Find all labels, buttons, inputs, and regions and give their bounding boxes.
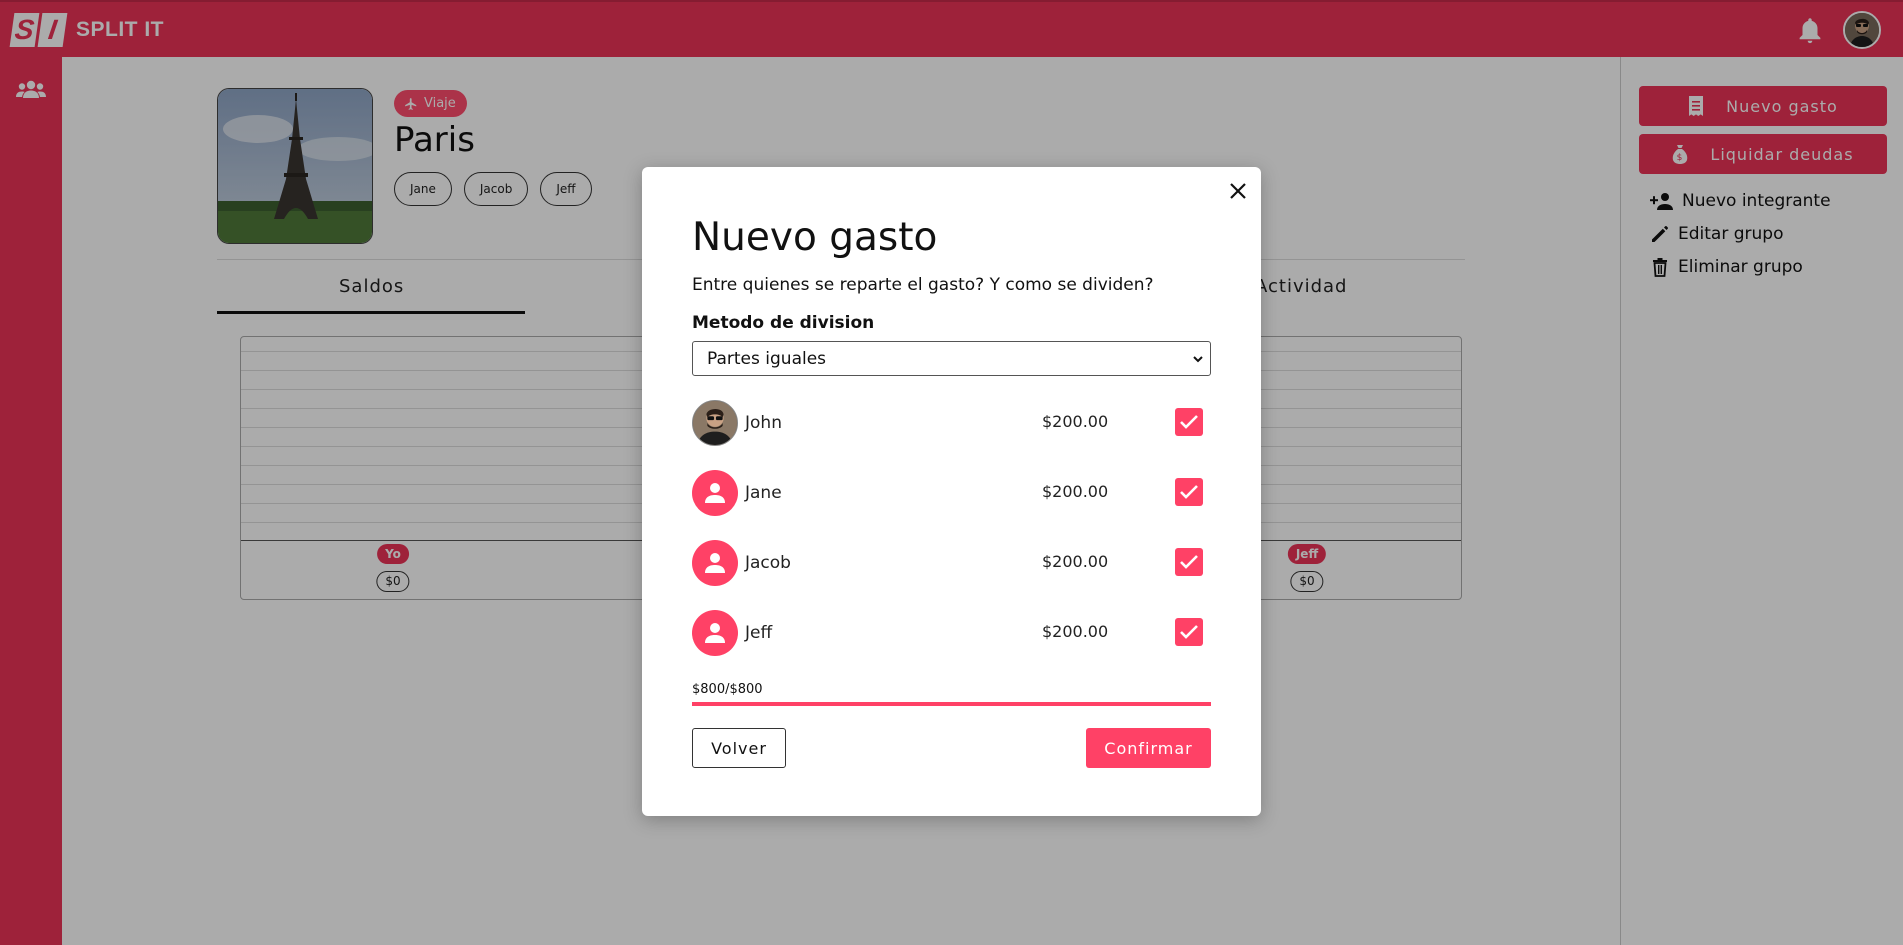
check-icon [1180, 625, 1198, 639]
confirm-button[interactable]: Confirmar [1086, 728, 1211, 768]
participant-checkbox[interactable] [1175, 478, 1203, 506]
participant-row: Jacob $200.00 [692, 540, 1211, 586]
participant-avatar [692, 400, 738, 446]
participant-amount: $200.00 [1042, 622, 1109, 641]
person-icon [692, 610, 738, 656]
person-icon [692, 470, 738, 516]
participant-amount: $200.00 [1042, 482, 1109, 501]
modal-subtitle: Entre quienes se reparte el gasto? Y com… [692, 275, 1154, 295]
participant-amount: $200.00 [1042, 412, 1109, 431]
participant-checkbox[interactable] [1175, 408, 1203, 436]
split-total-progress [692, 702, 1211, 706]
split-method-label: Metodo de division [692, 313, 875, 333]
close-icon[interactable] [1224, 177, 1252, 205]
person-icon [692, 540, 738, 586]
split-total-text: $800/$800 [692, 682, 763, 697]
participant-name: Jane [745, 483, 782, 503]
chevron-down-icon [1193, 356, 1203, 363]
participant-row: Jeff $200.00 [692, 610, 1211, 656]
modal-title: Nuevo gasto [692, 215, 938, 260]
split-total-progress-fill [692, 702, 1211, 706]
check-icon [1180, 485, 1198, 499]
participant-row: John $200.00 [692, 400, 1211, 446]
split-method-select[interactable]: Partes iguales [692, 341, 1211, 376]
new-expense-modal: Nuevo gasto Entre quienes se reparte el … [642, 167, 1261, 816]
participant-name: Jeff [745, 623, 773, 643]
split-method-value: Partes iguales [707, 348, 827, 369]
participant-checkbox[interactable] [1175, 548, 1203, 576]
check-icon [1180, 415, 1198, 429]
participant-row: Jane $200.00 [692, 470, 1211, 516]
participant-amount: $200.00 [1042, 552, 1109, 571]
back-button[interactable]: Volver [692, 728, 786, 768]
participant-name: John [745, 413, 782, 433]
participant-name: Jacob [745, 553, 791, 573]
check-icon [1180, 555, 1198, 569]
participant-checkbox[interactable] [1175, 618, 1203, 646]
